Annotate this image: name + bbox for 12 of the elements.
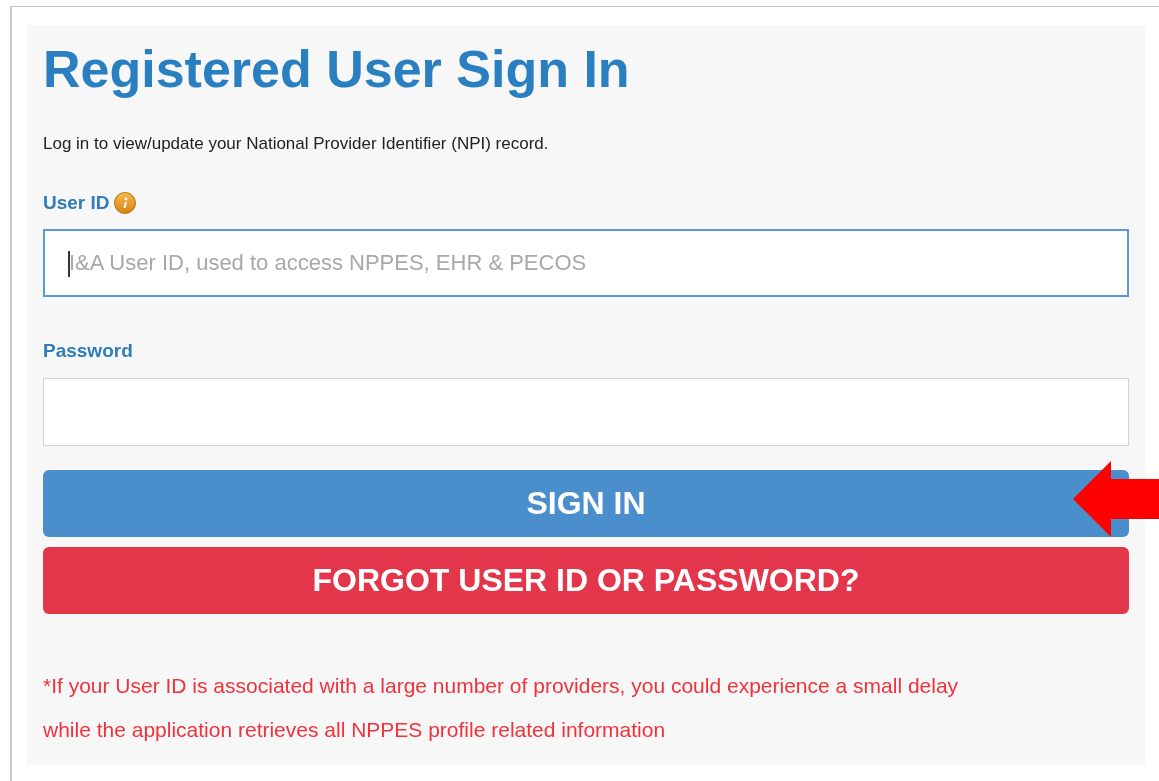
forgot-credentials-button[interactable]: FORGOT USER ID OR PASSWORD? xyxy=(43,546,1129,614)
subtitle: Log in to view/update your National Provider Identifier (NPI) record. xyxy=(43,133,549,155)
delay-notice: *If your User ID is associated with a large number of providers, you could experience a small delay while the application retrieves all NPPES profile related information xyxy=(43,672,960,743)
user-id-field[interactable]: I&A User ID, used to access NPPES, EHR & PECOS xyxy=(43,229,1129,297)
sign-in-button[interactable]: SIGN IN xyxy=(43,469,1129,537)
arrow-icon xyxy=(1073,461,1159,537)
field-label: Password xyxy=(43,339,133,363)
password-field[interactable] xyxy=(43,377,1129,446)
field-label: User ID xyxy=(43,190,110,215)
info-icon[interactable] xyxy=(113,191,136,214)
text-cursor xyxy=(68,251,70,277)
page-title: Registered User Sign In xyxy=(43,39,630,99)
